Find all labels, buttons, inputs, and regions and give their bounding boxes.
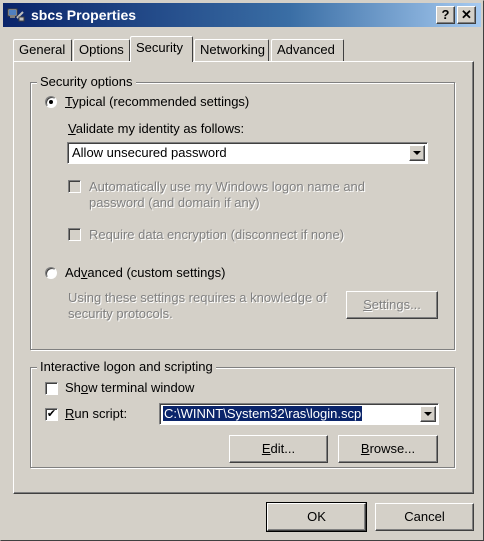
group-legend: Security options bbox=[37, 74, 136, 89]
accel-key: B bbox=[360, 441, 370, 456]
tab-label: Networking bbox=[200, 42, 266, 57]
script-path-select[interactable]: C:\WINNT\System32\ras\login.scp bbox=[159, 403, 439, 425]
run-script-label[interactable]: Run script: bbox=[65, 406, 127, 421]
checkmark-icon: ✔ bbox=[46, 408, 57, 420]
auto-logon-label-line1: Automatically use my Windows logon name … bbox=[89, 179, 366, 194]
dropdown-arrow-icon[interactable] bbox=[409, 145, 425, 161]
ok-button[interactable]: OK bbox=[266, 502, 367, 532]
advanced-note-line1: Using these settings requires a knowledg… bbox=[68, 290, 327, 305]
tab-label: Advanced bbox=[277, 42, 335, 57]
selected-path-text: C:\WINNT\System32\ras\login.scp bbox=[163, 406, 363, 421]
label-text: rowse... bbox=[369, 441, 416, 456]
browse-button[interactable]: Browse... bbox=[338, 435, 438, 463]
tab-general[interactable]: General bbox=[13, 39, 72, 61]
settings-button[interactable]: Settings... bbox=[346, 291, 438, 319]
tab-label: Security bbox=[136, 40, 183, 55]
validate-identity-select[interactable]: Allow unsecured password bbox=[67, 142, 428, 164]
group-legend: Interactive logon and scripting bbox=[37, 359, 216, 374]
show-terminal-checkbox[interactable] bbox=[45, 382, 58, 395]
auto-logon-checkbox[interactable] bbox=[68, 180, 81, 193]
run-script-checkbox[interactable]: ✔ bbox=[45, 408, 58, 421]
label-text: ypical (recommended settings) bbox=[72, 94, 250, 109]
tab-advanced[interactable]: Advanced bbox=[271, 39, 344, 61]
dropdown-arrow-icon[interactable] bbox=[420, 406, 436, 422]
accel-key: S bbox=[363, 297, 372, 312]
label-text: Ad bbox=[65, 265, 81, 280]
tab-options[interactable]: Options bbox=[73, 39, 130, 61]
close-button[interactable]: ✕ bbox=[457, 6, 476, 24]
select-value: Allow unsecured password bbox=[72, 145, 227, 160]
typical-radio[interactable] bbox=[45, 96, 57, 108]
show-terminal-label[interactable]: Show terminal window bbox=[65, 380, 194, 395]
label-text: ettings... bbox=[371, 297, 421, 312]
accel-key: V bbox=[68, 121, 76, 136]
label-text: un script: bbox=[74, 406, 128, 421]
network-connection-icon bbox=[7, 8, 25, 22]
typical-label[interactable]: Typical (recommended settings) bbox=[65, 94, 249, 109]
tab-security[interactable]: Security bbox=[130, 36, 193, 62]
properties-window: sbcs Properties ? ✕ General Options Secu… bbox=[0, 0, 484, 541]
label-text: w terminal window bbox=[88, 380, 195, 395]
label-text: dit... bbox=[270, 441, 296, 456]
title-bar[interactable]: sbcs Properties ? ✕ bbox=[3, 3, 481, 27]
require-encryption-label: Require data encryption (disconnect if n… bbox=[89, 227, 345, 242]
advanced-label[interactable]: Advanced (custom settings) bbox=[65, 265, 225, 280]
require-encryption-checkbox[interactable] bbox=[68, 228, 81, 241]
edit-button[interactable]: Edit... bbox=[229, 435, 328, 463]
window-title: sbcs Properties bbox=[31, 7, 137, 23]
auto-logon-label-line2: password (and domain if any) bbox=[89, 195, 260, 210]
radio-dot bbox=[49, 100, 53, 104]
validate-label: Validate my identity as follows: bbox=[68, 121, 244, 136]
tab-networking[interactable]: Networking bbox=[194, 39, 269, 61]
cancel-button[interactable]: Cancel bbox=[375, 503, 474, 531]
help-button[interactable]: ? bbox=[436, 6, 455, 24]
label-text: Sh bbox=[65, 380, 81, 395]
label-text: alidate my identity as follows: bbox=[75, 121, 245, 136]
accel-key: E bbox=[261, 441, 271, 456]
select-value: C:\WINNT\System32\ras\login.scp bbox=[163, 406, 363, 421]
tab-label: Options bbox=[79, 42, 124, 57]
advanced-note-line2: security protocols. bbox=[68, 306, 173, 321]
tab-label: General bbox=[19, 42, 66, 57]
label-text: anced (custom settings) bbox=[87, 265, 226, 280]
accel-key: R bbox=[65, 406, 75, 421]
advanced-radio[interactable] bbox=[45, 267, 57, 279]
